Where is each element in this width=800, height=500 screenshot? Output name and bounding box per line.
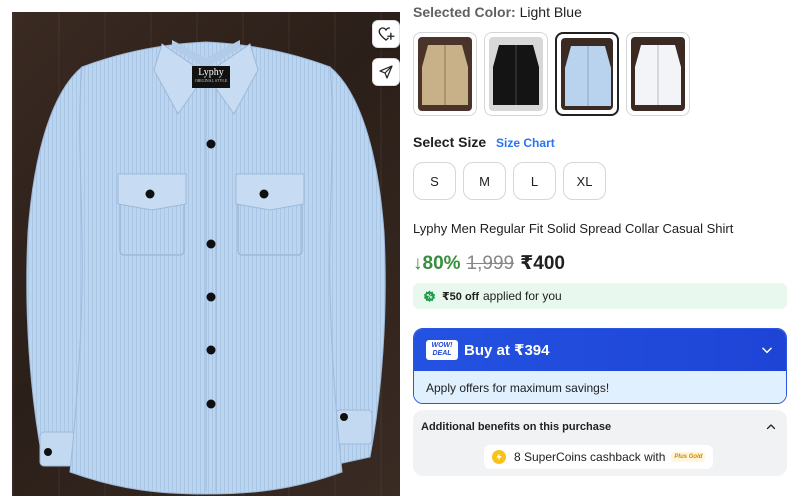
share-paper-plane-icon (379, 65, 393, 79)
shirt-illustration (26, 40, 386, 495)
additional-benefits: Additional benefits on this purchase 8 S… (413, 410, 787, 476)
swatch-khaki-image (418, 37, 472, 111)
wow-deal-card[interactable]: WOW! DEAL Buy at ₹394 Apply offers for m… (413, 328, 787, 404)
heart-plus-icon (378, 27, 395, 41)
final-price: ₹400 (520, 253, 565, 274)
swatch-light-blue-image (561, 38, 613, 110)
swatch-white[interactable] (626, 32, 690, 116)
size-s-button[interactable]: S (413, 162, 456, 200)
select-size-label: Select Size (413, 134, 487, 150)
svg-text:%: % (427, 293, 433, 300)
coupon-amount: ₹50 off (442, 290, 479, 303)
brand-label-name: Lyphy (198, 67, 224, 78)
swatch-white-image (631, 37, 685, 111)
supercoins-pill: 8 SuperCoins cashback with Plus Gold (484, 445, 714, 469)
deal-header[interactable]: WOW! DEAL Buy at ₹394 (414, 329, 786, 371)
coupon-applied-banner: % ₹50 off applied for you (413, 283, 787, 309)
product-image[interactable]: Lyphy ORIGINAL STYLE (12, 12, 400, 496)
supercoin-icon (492, 450, 506, 464)
color-swatches (413, 32, 690, 116)
size-chart-link[interactable]: Size Chart (496, 136, 555, 150)
wow-deal-badge: WOW! DEAL (426, 340, 458, 360)
size-options: S M L XL (413, 162, 606, 200)
original-price: 1,999 (466, 253, 515, 274)
supercoins-text: 8 SuperCoins cashback with (514, 450, 666, 464)
size-l-button[interactable]: L (513, 162, 556, 200)
swatch-light-blue[interactable] (555, 32, 619, 116)
size-m-button[interactable]: M (463, 162, 506, 200)
chevron-up-icon[interactable] (765, 421, 777, 433)
selected-color-label: Selected Color: (413, 4, 516, 20)
brand-label: Lyphy ORIGINAL STYLE (192, 67, 230, 83)
brand-label-sub: ORIGINAL STYLE (194, 78, 228, 83)
wow-badge-line2: DEAL (432, 350, 452, 357)
price-row: ↓80% 1,999 ₹400 (413, 252, 565, 275)
swatch-black-image (489, 37, 543, 111)
swatch-black[interactable] (484, 32, 548, 116)
selected-color-value: Light Blue (519, 4, 582, 20)
chevron-down-icon[interactable] (760, 343, 774, 357)
selected-color: Selected Color: Light Blue (413, 4, 582, 20)
product-title: Lyphy Men Regular Fit Solid Spread Colla… (413, 221, 734, 236)
discount-percent: ↓80% (413, 253, 461, 274)
swatch-khaki[interactable] (413, 32, 477, 116)
share-button[interactable] (372, 58, 400, 86)
size-xl-button[interactable]: XL (563, 162, 606, 200)
coupon-text: applied for you (483, 289, 562, 303)
wishlist-button[interactable] (372, 20, 400, 48)
deal-subtext: Apply offers for maximum savings! (414, 371, 786, 403)
plus-gold-badge: Plus Gold (671, 452, 706, 462)
offer-badge-icon: % (423, 290, 436, 302)
buy-at-price: Buy at ₹394 (464, 342, 550, 359)
select-size-header: Select Size Size Chart (413, 134, 555, 150)
benefits-title: Additional benefits on this purchase (421, 421, 612, 433)
wow-badge-line1: WOW! (431, 342, 453, 349)
